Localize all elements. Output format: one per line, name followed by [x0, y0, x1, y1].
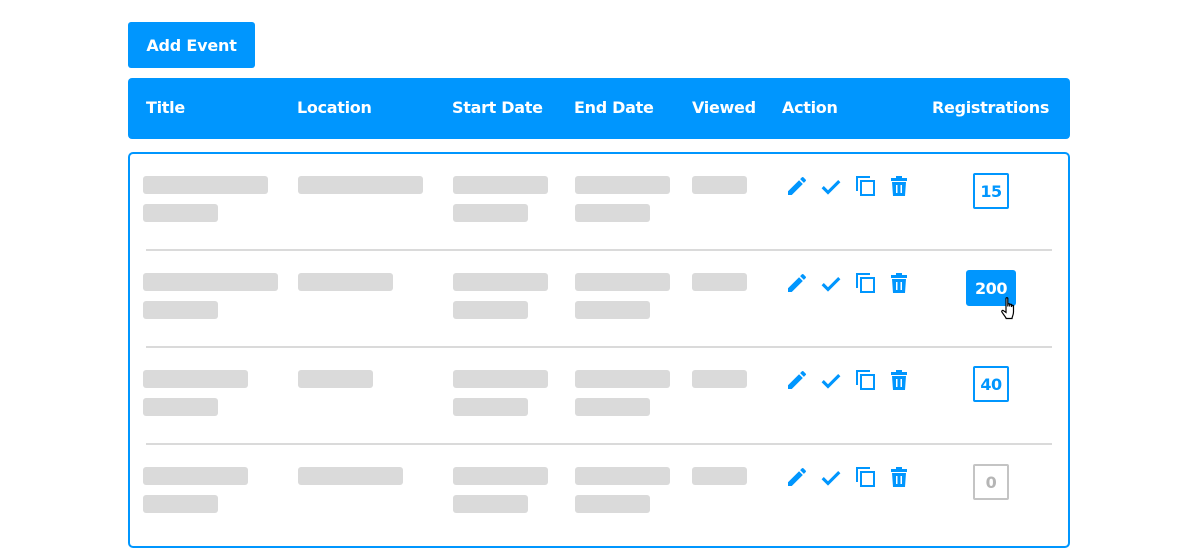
table-row: 200	[130, 251, 1068, 348]
table-header: Title Location Start Date End Date Viewe…	[128, 78, 1070, 139]
table-row: 15	[130, 154, 1068, 251]
end-date-placeholder	[575, 495, 650, 513]
location-placeholder	[298, 176, 423, 194]
end-date-placeholder	[575, 467, 670, 485]
location-placeholder	[298, 370, 373, 388]
title-placeholder	[143, 273, 278, 291]
copy-icon[interactable]	[853, 368, 877, 392]
title-placeholder	[143, 204, 218, 222]
check-icon[interactable]	[819, 465, 843, 489]
viewed-placeholder	[692, 176, 747, 194]
column-header-viewed[interactable]: Viewed	[692, 98, 756, 117]
edit-icon[interactable]	[785, 465, 809, 489]
end-date-placeholder	[575, 204, 650, 222]
edit-icon[interactable]	[785, 174, 809, 198]
delete-icon[interactable]	[887, 465, 911, 489]
start-date-placeholder	[453, 301, 528, 319]
add-event-button[interactable]: Add Event	[128, 22, 255, 68]
edit-icon[interactable]	[785, 368, 809, 392]
table-body: 15 200 40 0	[128, 152, 1070, 548]
start-date-placeholder	[453, 495, 528, 513]
start-date-placeholder	[453, 204, 528, 222]
viewed-placeholder	[692, 467, 747, 485]
end-date-placeholder	[575, 273, 670, 291]
edit-icon[interactable]	[785, 271, 809, 295]
start-date-placeholder	[453, 398, 528, 416]
title-placeholder	[143, 176, 268, 194]
table-row: 0	[130, 445, 1068, 542]
column-header-end-date[interactable]: End Date	[574, 98, 654, 117]
check-icon[interactable]	[819, 174, 843, 198]
start-date-placeholder	[453, 176, 548, 194]
viewed-placeholder	[692, 370, 747, 388]
registrations-badge[interactable]: 15	[973, 173, 1009, 209]
title-placeholder	[143, 301, 218, 319]
start-date-placeholder	[453, 273, 548, 291]
end-date-placeholder	[575, 301, 650, 319]
copy-icon[interactable]	[853, 465, 877, 489]
column-header-title[interactable]: Title	[146, 98, 185, 117]
registrations-badge[interactable]: 40	[973, 366, 1009, 402]
title-placeholder	[143, 370, 248, 388]
title-placeholder	[143, 398, 218, 416]
copy-icon[interactable]	[853, 271, 877, 295]
column-header-registrations[interactable]: Registrations	[932, 98, 1049, 117]
start-date-placeholder	[453, 467, 548, 485]
copy-icon[interactable]	[853, 174, 877, 198]
check-icon[interactable]	[819, 271, 843, 295]
start-date-placeholder	[453, 370, 548, 388]
registrations-badge[interactable]: 200	[966, 270, 1016, 306]
check-icon[interactable]	[819, 368, 843, 392]
location-placeholder	[298, 273, 393, 291]
column-header-start-date[interactable]: Start Date	[452, 98, 543, 117]
delete-icon[interactable]	[887, 368, 911, 392]
end-date-placeholder	[575, 370, 670, 388]
column-header-action[interactable]: Action	[782, 98, 838, 117]
end-date-placeholder	[575, 398, 650, 416]
delete-icon[interactable]	[887, 271, 911, 295]
registrations-badge[interactable]: 0	[973, 464, 1009, 500]
delete-icon[interactable]	[887, 174, 911, 198]
end-date-placeholder	[575, 176, 670, 194]
title-placeholder	[143, 467, 248, 485]
column-header-location[interactable]: Location	[297, 98, 372, 117]
table-row: 40	[130, 348, 1068, 445]
viewed-placeholder	[692, 273, 747, 291]
location-placeholder	[298, 467, 403, 485]
title-placeholder	[143, 495, 218, 513]
